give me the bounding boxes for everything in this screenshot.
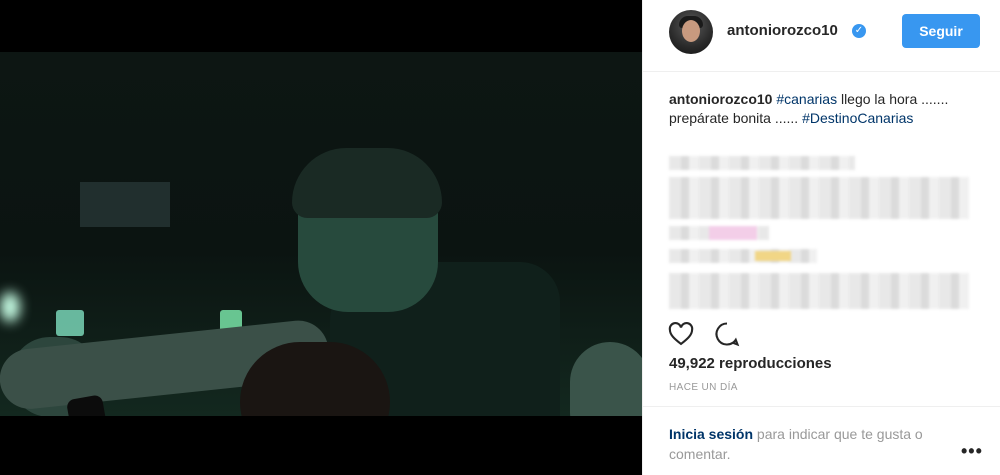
hashtag-link[interactable]: #DestinoCanarias	[802, 110, 913, 126]
follow-button[interactable]: Seguir	[902, 14, 980, 48]
fan-figure	[570, 342, 642, 416]
blurred-comment	[669, 156, 855, 170]
stage-light	[0, 292, 20, 322]
video-player[interactable]	[0, 0, 642, 475]
post-timestamp[interactable]: HACE UN DÍA	[669, 382, 738, 393]
username-link[interactable]: antoniorozco10	[727, 22, 838, 39]
login-prompt: Inicia sesión para indicar que te gusta …	[669, 424, 959, 464]
blurred-emoji	[755, 251, 791, 261]
more-options-icon[interactable]: •••	[961, 441, 983, 462]
post-header: antoniorozco10 ✓ Seguir	[643, 0, 1000, 72]
post-caption: antoniorozco10 #canarias llego la hora .…	[669, 90, 979, 128]
comment-icon[interactable]	[713, 320, 741, 348]
singer-hair	[292, 148, 442, 218]
action-bar	[643, 314, 1000, 358]
heart-icon[interactable]	[667, 320, 695, 348]
blurred-emoji	[709, 226, 757, 240]
hashtag-link[interactable]: #canarias	[776, 91, 837, 107]
avatar-face	[682, 20, 700, 42]
comment-footer: Inicia sesión para indicar que te gusta …	[643, 406, 1000, 475]
fan-phone	[56, 310, 84, 336]
caption-username-link[interactable]: antoniorozco10	[669, 91, 772, 107]
background-building	[80, 182, 170, 227]
blurred-comment	[669, 177, 969, 219]
blurred-comment	[669, 273, 969, 309]
blurred-comment	[669, 249, 817, 263]
post-panel: antoniorozco10 ✓ Seguir antoniorozco10 #…	[642, 0, 1000, 475]
verified-badge-icon: ✓	[852, 24, 866, 38]
blurred-comment	[669, 226, 769, 240]
login-link[interactable]: Inicia sesión	[669, 426, 753, 442]
avatar[interactable]	[669, 10, 713, 54]
video-frame[interactable]	[0, 52, 642, 416]
views-count: 49,922 reproducciones	[669, 355, 832, 372]
